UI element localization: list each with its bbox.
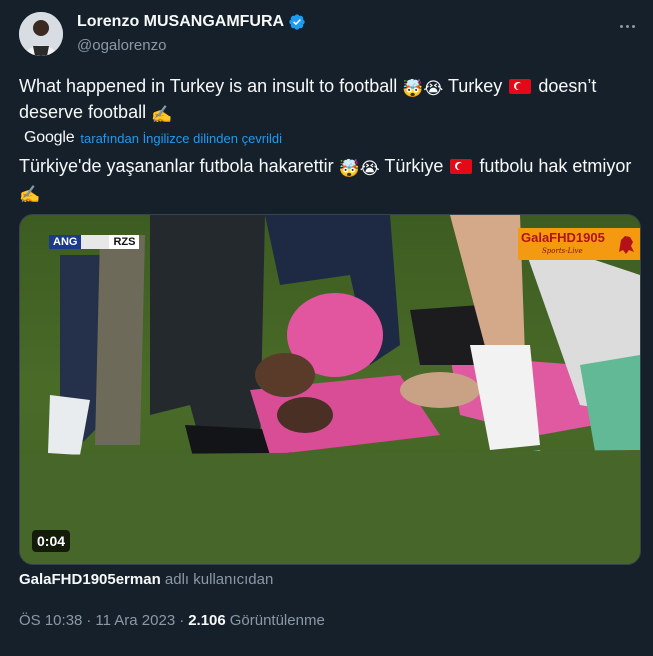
author-handle[interactable]: @ogalorenzo bbox=[77, 37, 166, 54]
tweet-meta: ÖS 10:38 · 11 Ara 2023 · 2.106 Görüntüle… bbox=[19, 612, 325, 629]
turkey-flag-icon bbox=[450, 159, 473, 174]
tweet-date[interactable]: 11 Ara 2023 bbox=[95, 612, 175, 629]
tweet-video[interactable]: ANG RZS GalaFHD1905 Sports-Live 0:04 bbox=[19, 214, 641, 565]
author-name[interactable]: Lorenzo MUSANGAMFURA bbox=[77, 13, 284, 31]
verified-badge-icon bbox=[289, 14, 305, 30]
writing-hand-emoji: ✍️ bbox=[19, 185, 41, 204]
video-duration: 0:04 bbox=[32, 530, 71, 552]
view-count[interactable]: 2.106 bbox=[188, 612, 226, 629]
author-avatar[interactable] bbox=[19, 12, 63, 56]
video-frame bbox=[20, 215, 640, 564]
watermark-subtitle: Sports-Live bbox=[542, 247, 583, 255]
scorebug-away: RZS bbox=[109, 235, 140, 249]
more-dot-icon bbox=[631, 24, 635, 28]
translation-attribution[interactable]: Google tarafından İngilizce dilinden çev… bbox=[24, 129, 282, 147]
video-source: GalaFHD1905erman adlı kullanıcıdan bbox=[19, 571, 273, 588]
turkey-flag-icon bbox=[509, 79, 532, 94]
crying-face-emoji: 😭 bbox=[359, 159, 380, 178]
lion-logo-icon bbox=[619, 236, 634, 254]
google-logo: Google bbox=[24, 129, 75, 146]
meta-separator: · bbox=[179, 612, 185, 629]
watermark-title: GalaFHD1905 bbox=[521, 230, 605, 245]
meta-separator: · bbox=[86, 612, 92, 629]
more-options-button[interactable] bbox=[615, 14, 639, 38]
exploding-head-emoji: 🤯 bbox=[402, 79, 424, 98]
more-dot-icon bbox=[625, 24, 629, 28]
tweet-text: What happened in Turkey is an insult to … bbox=[19, 76, 597, 124]
video-watermark: GalaFHD1905 Sports-Live bbox=[518, 228, 640, 260]
author-name-row[interactable]: Lorenzo MUSANGAMFURA bbox=[77, 13, 306, 31]
more-dot-icon bbox=[619, 24, 623, 28]
crying-face-emoji: 😭 bbox=[423, 79, 444, 98]
writing-hand-emoji: ✍️ bbox=[151, 105, 173, 124]
source-suffix: adlı kullanıcıdan bbox=[160, 571, 274, 588]
view-label: Görüntülenme bbox=[229, 612, 325, 629]
source-username[interactable]: GalaFHD1905erman bbox=[19, 571, 161, 588]
scorebug-logo-icon bbox=[81, 235, 110, 249]
tweet-time[interactable]: ÖS 10:38 bbox=[19, 612, 82, 629]
exploding-head-emoji: 🤯 bbox=[338, 159, 360, 178]
scorebug-home: ANG bbox=[49, 235, 82, 249]
translation-label[interactable]: tarafından İngilizce dilinden çevrildi bbox=[80, 131, 282, 146]
translated-text: Türkiye'de yaşananlar futbola hakarettir… bbox=[19, 156, 632, 204]
video-scorebug: ANG RZS bbox=[49, 235, 140, 249]
